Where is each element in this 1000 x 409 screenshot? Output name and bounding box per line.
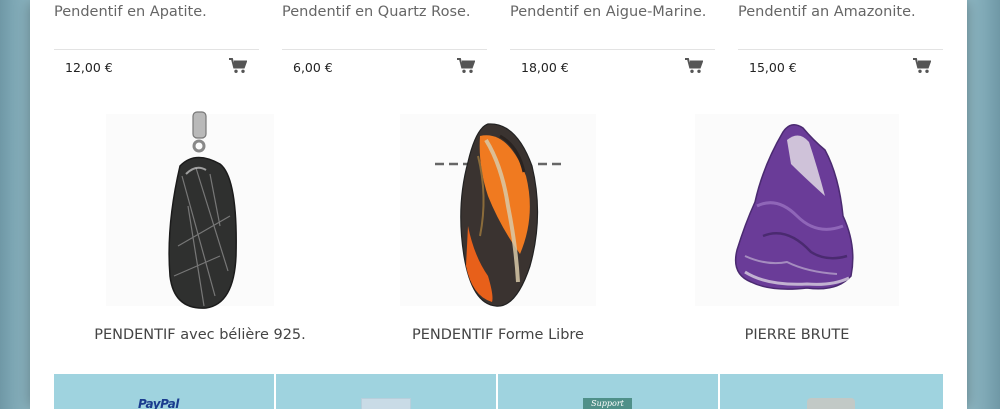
paypal-logo[interactable]: PayPal <box>138 397 179 409</box>
footer-strip: PayPal Support <box>54 374 943 409</box>
divider <box>282 49 487 50</box>
footer-cell-paypal[interactable]: PayPal <box>54 374 276 409</box>
product-price: 18,00 € <box>521 60 569 75</box>
product-card[interactable]: Pendentif an Amazonite. 15,00 € <box>738 0 943 88</box>
category-title[interactable]: PIERRE BRUTE <box>667 327 927 343</box>
category-title[interactable]: PENDENTIF Forme Libre <box>368 327 628 343</box>
product-price: 6,00 € <box>293 60 333 75</box>
cart-icon[interactable] <box>457 58 475 74</box>
product-card[interactable]: Pendentif en Apatite. 12,00 € <box>54 0 259 88</box>
cart-icon[interactable] <box>913 58 931 74</box>
product-card[interactable]: Pendentif en Aigue-Marine. 18,00 € <box>510 0 715 88</box>
cart-icon[interactable] <box>685 58 703 74</box>
product-price: 15,00 € <box>749 60 797 75</box>
product-name[interactable]: Pendentif en Quartz Rose. <box>282 4 471 20</box>
category-pendentif-forme-libre[interactable]: PENDENTIF Forme Libre <box>368 106 628 346</box>
cart-icon[interactable] <box>229 58 247 74</box>
product-name[interactable]: Pendentif en Aigue-Marine. <box>510 4 706 20</box>
badge-icon[interactable] <box>807 398 855 409</box>
footer-cell-support[interactable]: Support <box>498 374 720 409</box>
product-name[interactable]: Pendentif en Apatite. <box>54 4 207 20</box>
category-pendentif-beliere[interactable]: PENDENTIF avec bélière 925. <box>70 106 330 346</box>
product-price: 12,00 € <box>65 60 113 75</box>
pierre-brute-image[interactable] <box>667 106 927 311</box>
video-icon[interactable] <box>361 398 411 409</box>
product-card[interactable]: Pendentif en Quartz Rose. 6,00 € <box>282 0 487 88</box>
divider <box>738 49 943 50</box>
product-grid: Pendentif en Apatite. 12,00 € Pendentif … <box>54 0 943 90</box>
pendant-beliere-image[interactable] <box>70 106 330 311</box>
category-title[interactable]: PENDENTIF avec bélière 925. <box>70 327 330 343</box>
divider <box>54 49 259 50</box>
footer-cell-video[interactable] <box>276 374 498 409</box>
pendant-forme-libre-image[interactable] <box>368 106 628 311</box>
product-name[interactable]: Pendentif an Amazonite. <box>738 4 916 20</box>
main-content: Pendentif en Apatite. 12,00 € Pendentif … <box>30 0 967 409</box>
divider <box>510 49 715 50</box>
category-pierre-brute[interactable]: PIERRE BRUTE <box>667 106 927 346</box>
support-logo[interactable]: Support <box>583 398 632 409</box>
footer-cell-badge[interactable] <box>720 374 940 409</box>
